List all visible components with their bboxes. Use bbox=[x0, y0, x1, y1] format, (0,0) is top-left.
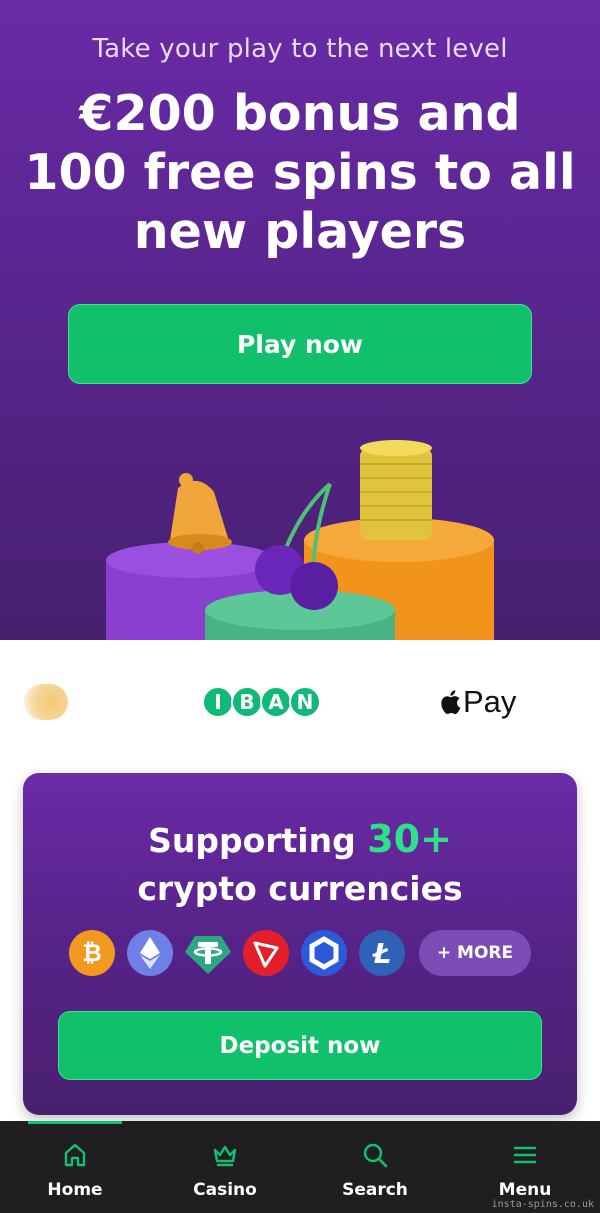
nav-label-home: Home bbox=[47, 1180, 103, 1200]
hero-illustration bbox=[106, 440, 494, 640]
crypto-title: Supporting 30+ crypto currencies bbox=[23, 815, 577, 913]
tron-icon bbox=[243, 930, 289, 976]
payment-methods-strip: I B A N Pay bbox=[0, 640, 600, 770]
tether-icon bbox=[185, 930, 231, 976]
crypto-title-line2: crypto currencies bbox=[137, 869, 463, 908]
apple-icon bbox=[441, 690, 461, 714]
hero-banner: Take your play to the next level €200 bo… bbox=[0, 0, 600, 640]
menu-icon bbox=[513, 1146, 537, 1164]
nav-label-casino: Casino bbox=[193, 1180, 257, 1200]
play-now-button[interactable]: Play now bbox=[68, 304, 532, 384]
chainlink-icon bbox=[301, 930, 347, 976]
nav-item-search[interactable]: Search bbox=[300, 1121, 450, 1213]
nav-label-search: Search bbox=[342, 1180, 408, 1200]
iban-letter: N bbox=[289, 686, 321, 718]
svg-text:Ł: Ł bbox=[372, 937, 391, 970]
nav-label-menu: Menu bbox=[498, 1180, 552, 1200]
deposit-now-button[interactable]: Deposit now bbox=[58, 1011, 542, 1080]
crypto-title-prefix: Supporting bbox=[148, 821, 368, 860]
crypto-promo-card: Supporting 30+ crypto currencies ₿ Ł + M… bbox=[23, 773, 577, 1115]
crypto-title-accent: 30+ bbox=[367, 817, 452, 861]
search-icon bbox=[363, 1143, 388, 1168]
litecoin-icon: Ł bbox=[359, 930, 405, 976]
active-indicator bbox=[28, 1121, 122, 1124]
payment-logo-partial bbox=[24, 684, 68, 720]
iban-letter: B bbox=[231, 686, 263, 718]
nav-item-home[interactable]: Home bbox=[0, 1121, 150, 1213]
more-currencies-button[interactable]: + MORE bbox=[419, 930, 531, 976]
hero-kicker: Take your play to the next level bbox=[92, 34, 508, 64]
site-watermark: insta-spins.co.uk bbox=[491, 1199, 594, 1210]
iban-letter: A bbox=[260, 686, 292, 718]
iban-logo: I B A N bbox=[202, 686, 321, 718]
iban-letter: I bbox=[202, 686, 234, 718]
home-icon bbox=[64, 1143, 86, 1167]
crypto-coin-row: ₿ Ł + MORE bbox=[69, 930, 531, 976]
bitcoin-icon: ₿ bbox=[69, 930, 115, 976]
bell-icon bbox=[168, 473, 232, 554]
crown-icon bbox=[213, 1145, 237, 1167]
nav-item-casino[interactable]: Casino bbox=[150, 1121, 300, 1213]
ethereum-icon bbox=[127, 930, 173, 976]
svg-text:₿: ₿ bbox=[82, 939, 102, 967]
hero-title: €200 bonus and 100 free spins to all new… bbox=[24, 85, 576, 260]
apple-pay-logo: Pay bbox=[436, 684, 516, 720]
apple-pay-label: Pay bbox=[463, 684, 517, 719]
coin-stack-icon bbox=[360, 440, 432, 540]
